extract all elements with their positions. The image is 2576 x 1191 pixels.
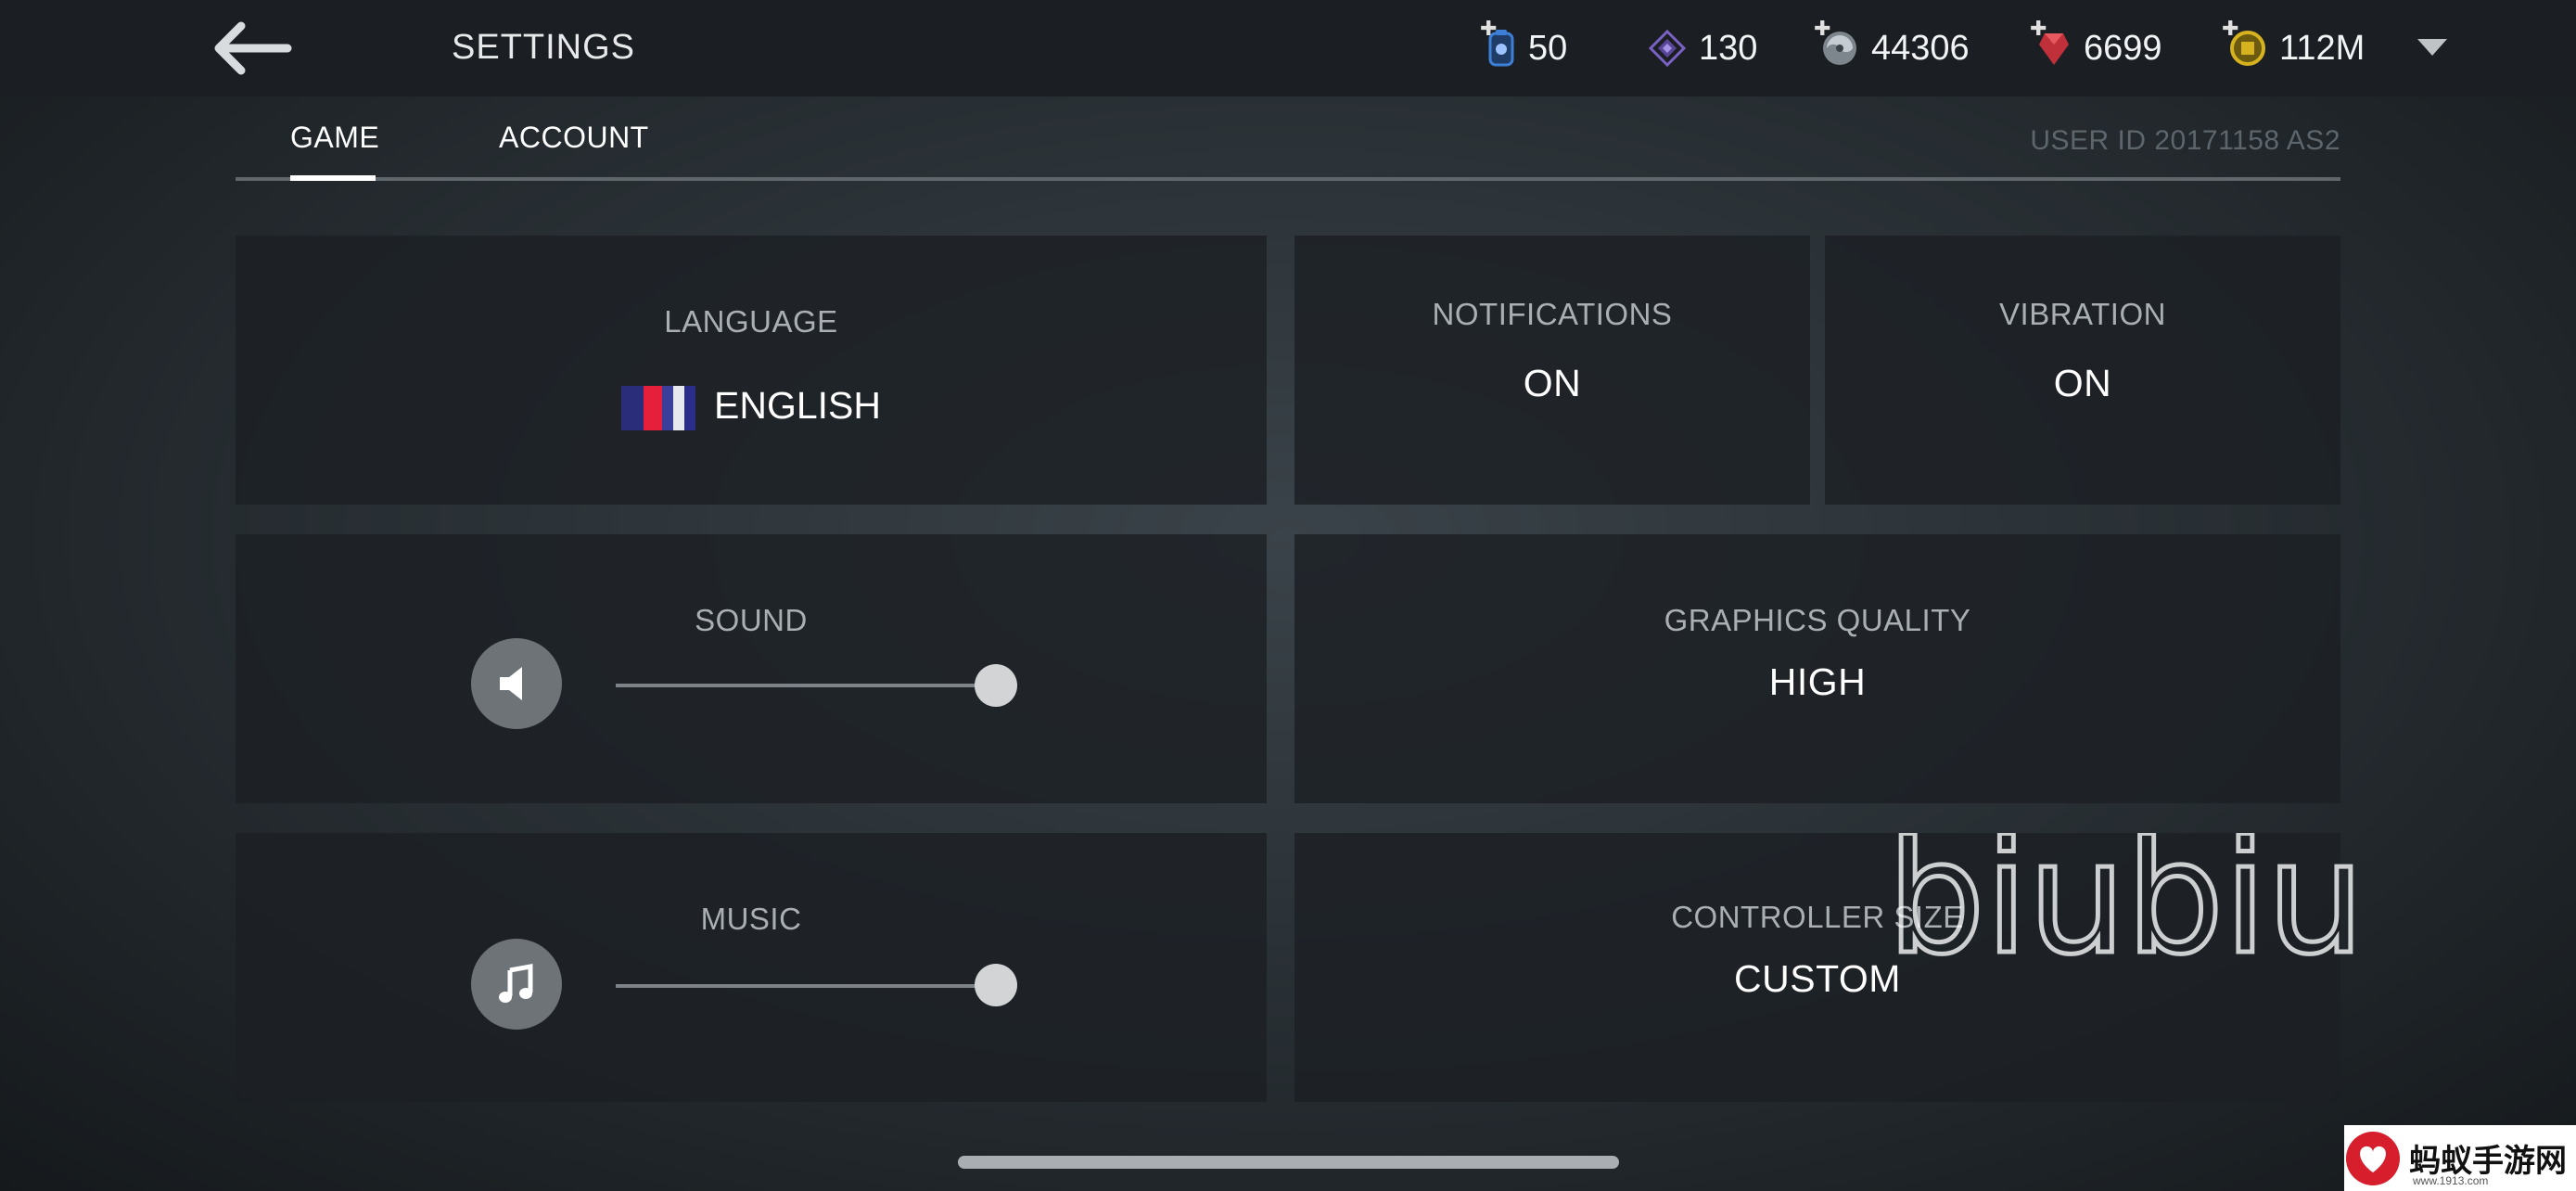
currency-value: 112M bbox=[2279, 28, 2366, 68]
heart-icon bbox=[2346, 1131, 2400, 1185]
setting-value: ON bbox=[2053, 362, 2112, 404]
language-name: ENGLISH bbox=[714, 384, 881, 427]
page-title: SETTINGS bbox=[452, 28, 636, 67]
sound-slider-knob[interactable] bbox=[975, 664, 1017, 707]
currency-crystal[interactable]: 130 bbox=[1649, 22, 1757, 74]
speaker-icon[interactable] bbox=[471, 638, 562, 729]
home-indicator[interactable] bbox=[958, 1156, 1619, 1169]
currency-swirl[interactable]: ✚ 44306 bbox=[1814, 17, 1970, 74]
back-arrow-icon[interactable] bbox=[210, 19, 293, 78]
music-slider-knob[interactable] bbox=[975, 964, 1017, 1006]
setting-label: SOUND bbox=[695, 603, 808, 637]
user-id-label: USER ID 20171158 AS2 bbox=[2030, 125, 2340, 156]
setting-label: LANGUAGE bbox=[664, 304, 838, 339]
setting-value: HIGH bbox=[1768, 660, 1867, 703]
setting-label: MUSIC bbox=[700, 902, 802, 936]
currency-value: 6699 bbox=[2084, 28, 2162, 68]
music-note-icon[interactable] bbox=[471, 939, 562, 1030]
tab-game[interactable]: GAME bbox=[290, 121, 379, 155]
flag-icon bbox=[621, 386, 695, 431]
currency-value: 44306 bbox=[1871, 28, 1970, 68]
add-icon[interactable]: ✚ bbox=[2030, 17, 2047, 41]
active-tab-indicator bbox=[290, 175, 376, 181]
tab-divider bbox=[236, 177, 2340, 181]
chevron-down-icon[interactable] bbox=[2416, 33, 2449, 61]
purple-diamond-icon bbox=[1649, 30, 1686, 67]
notifications-setting[interactable]: NOTIFICATIONS ON bbox=[1294, 236, 1810, 505]
site-logo: 蚂蚁手游网 www.1913.com bbox=[2344, 1125, 2576, 1191]
add-icon[interactable]: ✚ bbox=[2222, 17, 2238, 41]
settings-tabs: GAME ACCOUNT bbox=[236, 121, 2340, 182]
currency-value: 50 bbox=[1528, 28, 1568, 68]
currency-gem[interactable]: ✚ 6699 bbox=[2030, 17, 2162, 74]
setting-label: NOTIFICATIONS bbox=[1432, 297, 1673, 331]
add-icon[interactable]: ✚ bbox=[1480, 17, 1497, 41]
vibration-setting[interactable]: VIBRATION ON bbox=[1825, 236, 2340, 505]
setting-label: VIBRATION bbox=[1999, 297, 2166, 331]
top-bar: SETTINGS ✚ 50 130 ✚ 44306 ✚ 6699 ✚ 112M bbox=[0, 0, 2576, 96]
svg-text:biubiu: biubiu bbox=[1887, 833, 2365, 972]
currency-energy[interactable]: ✚ 50 bbox=[1480, 17, 1568, 74]
music-setting: MUSIC bbox=[236, 833, 1267, 1102]
music-slider-track[interactable] bbox=[616, 984, 1003, 988]
add-icon[interactable]: ✚ bbox=[1814, 17, 1830, 41]
setting-value: ON bbox=[1523, 362, 1582, 404]
graphics-quality-setting[interactable]: GRAPHICS QUALITY HIGH bbox=[1294, 534, 2340, 803]
currency-value: 130 bbox=[1699, 28, 1758, 68]
sound-setting: SOUND bbox=[236, 534, 1267, 803]
language-setting[interactable]: LANGUAGE ENGLISH bbox=[236, 236, 1267, 505]
tab-account[interactable]: ACCOUNT bbox=[499, 121, 649, 155]
currency-coins[interactable]: ✚ 112M bbox=[2222, 17, 2366, 74]
language-value: ENGLISH bbox=[236, 384, 1267, 431]
setting-label: GRAPHICS QUALITY bbox=[1664, 603, 1971, 637]
watermark-logo: biubiu bbox=[1887, 833, 2367, 972]
site-logo-url: www.1913.com bbox=[2413, 1174, 2489, 1187]
sound-slider-track[interactable] bbox=[616, 684, 1003, 687]
